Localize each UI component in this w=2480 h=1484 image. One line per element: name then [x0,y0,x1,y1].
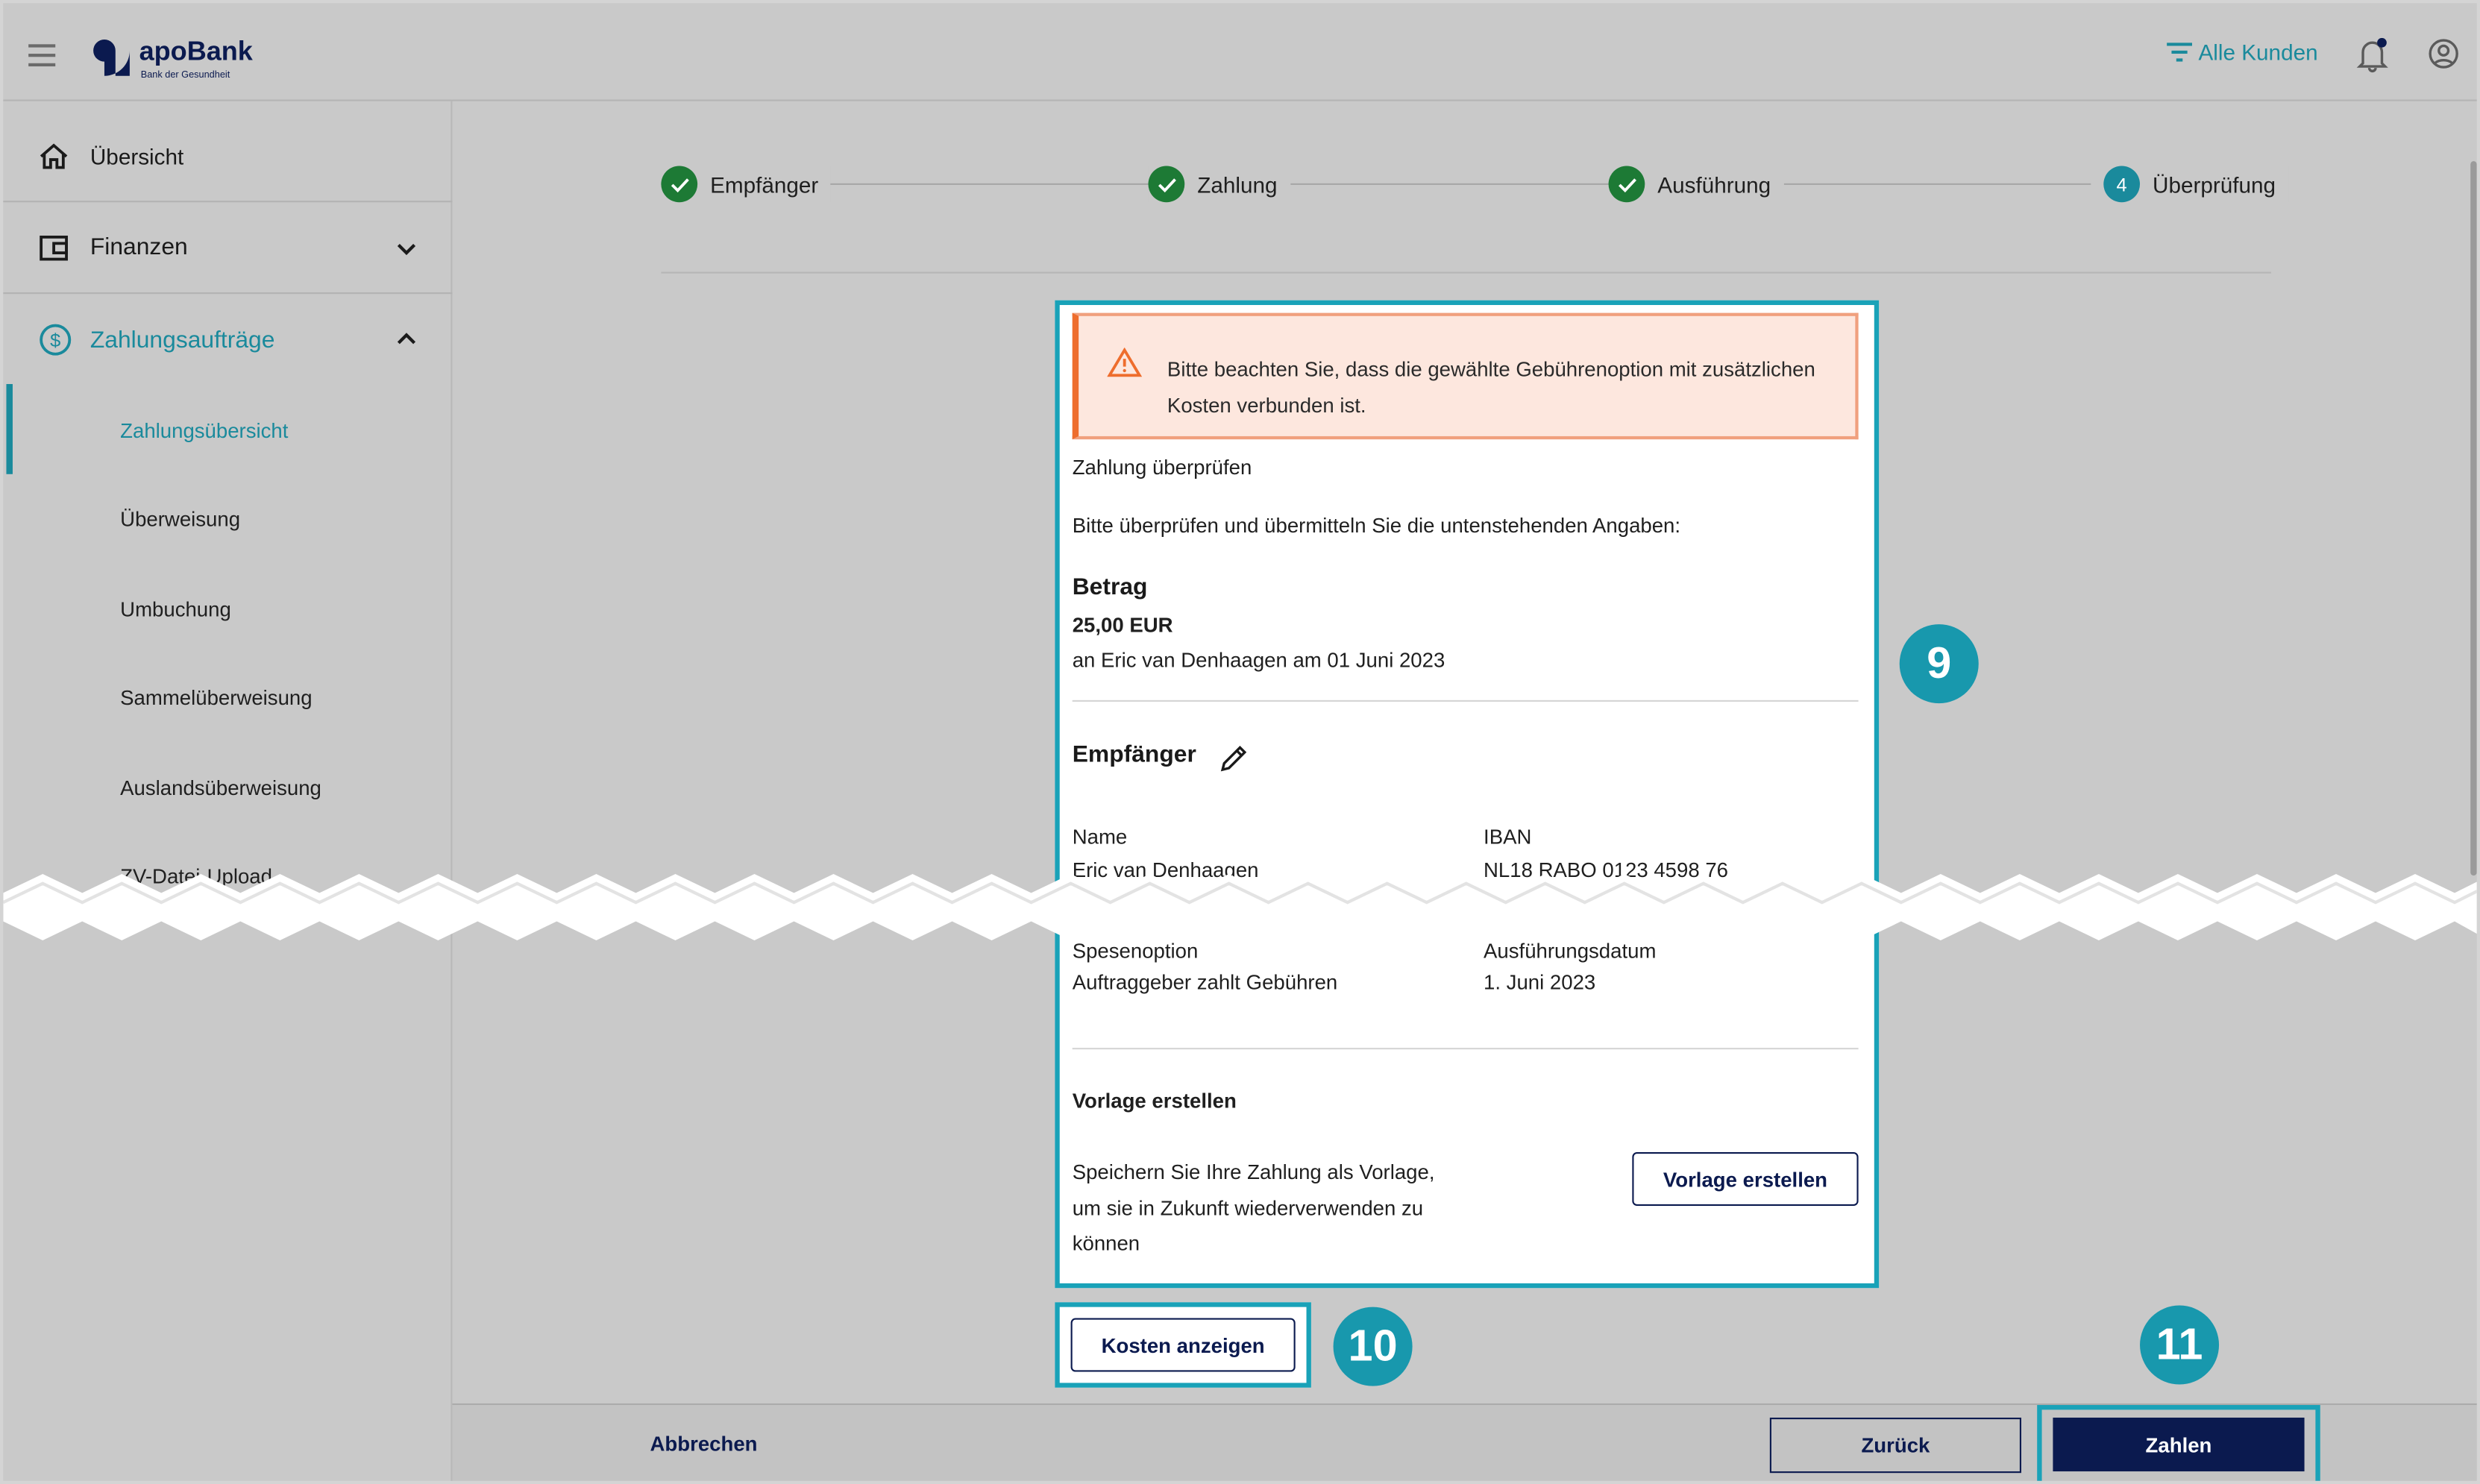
template-description: Speichern Sie Ihre Zahlung als Vorlage, … [1072,1160,1435,1255]
customer-filter[interactable]: Alle Kunden [2167,40,2318,65]
progress-stepper: Empfänger Zahlung Ausführung 4 Überprüfu… [661,166,2288,204]
pay-button[interactable]: Zahlen [2053,1418,2305,1472]
sidebar-item-overview[interactable]: Übersicht [3,110,453,203]
fee-option-value: Auftraggeber zahlt Gebühren [1072,970,1338,995]
scrollbar[interactable] [2470,161,2477,876]
review-instruction: Bitte überprüfen und übermitteln Sie die… [1072,513,1681,538]
edit-pencil-icon[interactable] [1218,743,1249,774]
step-number: 4 [2103,166,2141,203]
name-label: Name [1072,825,1128,849]
sidebar-label-finances: Finanzen [90,233,188,261]
sidebar-item-bulk-transfer[interactable]: Sammelüberweisung [120,686,312,710]
sidebar-item-payments[interactable]: $ Zahlungsaufträge [3,294,452,386]
amount-value: 25,00 EUR [1072,613,1173,638]
fee-option-label: Spesenoption [1072,938,1199,963]
execution-date-label: Ausführungsdatum [1484,938,1657,963]
divider [661,271,2272,274]
filter-icon [2167,43,2193,62]
logo-tagline: Bank der Gesundheit [140,71,230,81]
recipient-heading: Empfänger [1072,741,1196,768]
svg-text:$: $ [50,330,60,351]
step-connector [819,183,1152,185]
step-recipient: Empfänger [661,166,832,203]
callout-badge-10: 10 [1333,1307,1413,1386]
step-payment: Zahlung [1148,166,1290,203]
app-window: apoBank Bank der Gesundheit Alle Kunden … [0,0,2480,1484]
top-bar: apoBank Bank der Gesundheit Alle Kunden [3,3,2477,101]
show-costs-button[interactable]: Kosten anzeigen [1070,1318,1296,1372]
review-card: Bitte beachten Sie, dass die gewählte Ge… [1055,300,1880,1289]
sidebar-item-transfer[interactable]: Überweisung [120,507,240,531]
sidebar-item-international-transfer[interactable]: Auslandsüberweisung [120,776,321,800]
sidebar-item-file-upload[interactable]: ZV-Datei-Upload [120,864,272,888]
check-icon [1608,166,1645,203]
iban-label: IBAN [1484,825,1532,849]
create-template-button[interactable]: Vorlage erstellen [1632,1151,1859,1207]
step-connector [1278,183,1610,185]
chevron-down-icon[interactable] [395,239,418,255]
notification-bell-icon[interactable] [2356,37,2388,73]
check-icon [661,166,698,203]
template-heading: Vorlage erstellen [1072,1089,1237,1113]
check-icon [1148,166,1185,203]
home-icon [40,142,68,169]
step-review: 4 Überprüfung [2091,166,2288,203]
divider [1072,699,1859,702]
back-button[interactable]: Zurück [1769,1418,2021,1474]
sidebar-item-finances[interactable]: Finanzen [3,202,453,295]
cancel-link[interactable]: Abbrechen [650,1432,758,1456]
dollar-circle-icon: $ [40,324,72,356]
logo-name: apoBank [139,36,253,67]
step-label: Ausführung [1657,171,1771,197]
sidebar-item-rebooking[interactable]: Umbuchung [120,597,231,621]
warning-triangle-icon [1107,348,1143,377]
callout-badge-9: 9 [1899,624,1979,704]
warning-text: Bitte beachten Sie, dass die gewählte Ge… [1167,356,1815,418]
step-connector [1768,183,2104,185]
chevron-up-icon[interactable] [395,332,418,348]
fee-warning: Bitte beachten Sie, dass die gewählte Ge… [1072,312,1859,440]
step-label: Zahlung [1197,171,1278,197]
name-value: Eric van Denhaagen [1072,858,1259,882]
sidebar-item-payment-overview[interactable]: Zahlungsübersicht [120,419,288,443]
menu-icon[interactable] [28,44,56,72]
sidebar: Übersicht Finanzen $ Zahlungsaufträge Za… [3,101,453,1481]
sidebar-label-overview: Übersicht [90,142,184,169]
amount-detail: an Eric van Denhaagen am 01 Juni 2023 [1072,647,1445,672]
review-title: Zahlung überprüfen [1072,455,1252,480]
user-profile-icon[interactable] [2428,38,2459,69]
amount-heading: Betrag [1072,573,1148,601]
apobank-logo-icon [79,25,130,76]
filter-label: Alle Kunden [2198,39,2318,65]
sidebar-label-payments: Zahlungsaufträge [90,326,275,353]
execution-date-value: 1. Juni 2023 [1484,970,1596,995]
step-label: Überprüfung [2153,171,2276,197]
step-label: Empfänger [710,171,819,197]
callout-badge-11: 11 [2140,1305,2220,1385]
step-execution: Ausführung [1608,166,1784,203]
active-indicator [6,383,13,474]
iban-value: NL18 RABO 0123 4598 76 [1484,858,1729,882]
divider [1072,1048,1859,1050]
wallet-icon [40,234,68,260]
